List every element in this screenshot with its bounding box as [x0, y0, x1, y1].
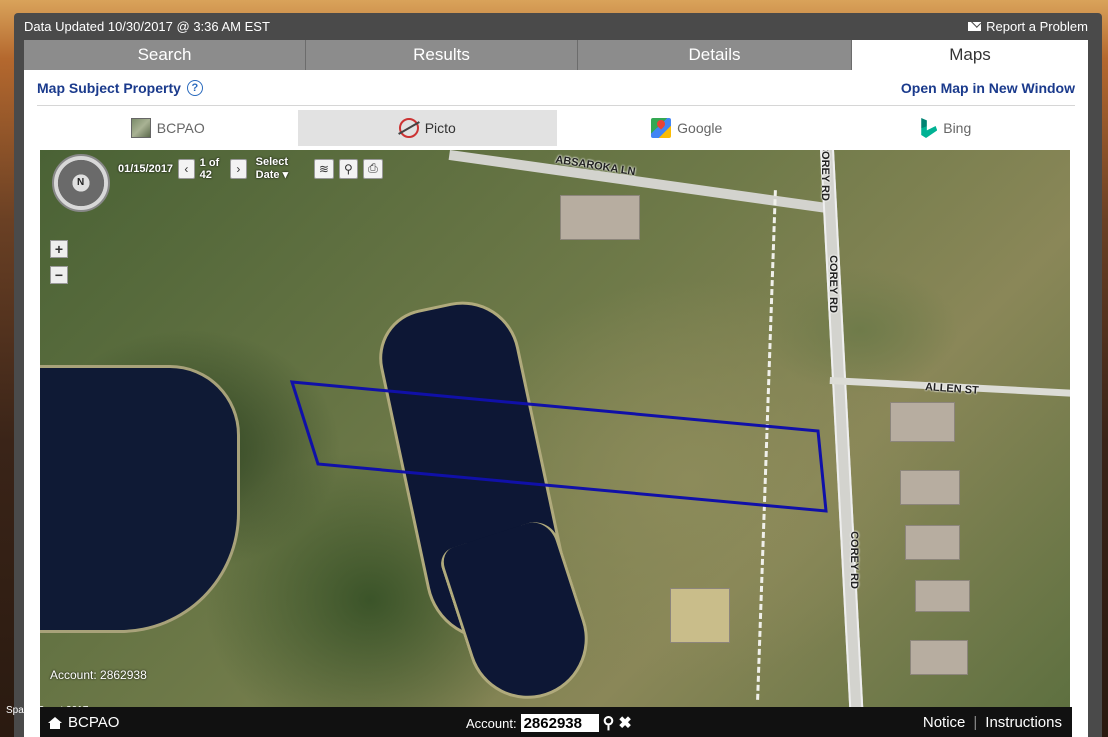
- parcel-overlay: [289, 380, 828, 513]
- main-tabs: Search Results Details Maps: [24, 40, 1088, 70]
- map-subject-property[interactable]: Map Subject Property ?: [37, 80, 203, 96]
- search-icon[interactable]: ⚲: [603, 713, 615, 733]
- provider-label: Google: [677, 120, 723, 136]
- map-subject-label: Map Subject Property: [37, 80, 181, 96]
- report-problem-link[interactable]: Report a Problem: [968, 19, 1088, 34]
- pin-icon[interactable]: ⚲: [338, 158, 359, 179]
- data-updated-text: Data Updated 10/30/2017 @ 3:36 AM EST: [24, 19, 270, 34]
- bing-icon: [921, 118, 938, 138]
- provider-tab-picto[interactable]: Picto: [297, 110, 557, 146]
- compass-pan-control[interactable]: N: [52, 154, 110, 212]
- provider-tab-google[interactable]: Google: [557, 110, 817, 146]
- link-separator: |: [973, 714, 978, 731]
- provider-tab-bing[interactable]: Bing: [817, 110, 1077, 146]
- top-bar: Data Updated 10/30/2017 @ 3:36 AM EST Re…: [24, 14, 1088, 40]
- zoom-out-button[interactable]: −: [50, 266, 68, 284]
- provider-label: Bing: [943, 120, 972, 136]
- provider-label: Picto: [424, 120, 456, 136]
- next-date-button[interactable]: ›: [230, 158, 247, 179]
- tab-search[interactable]: Search: [24, 40, 306, 70]
- google-icon: [651, 118, 672, 138]
- account-search: Account: ⚲ ✖: [466, 713, 632, 733]
- aerial-map[interactable]: ABSAROKA LN COREY RD COREY RD COREY RD A…: [40, 150, 1070, 707]
- envelope-icon: [968, 22, 982, 31]
- zoom-in-button[interactable]: +: [50, 240, 68, 258]
- select-date-dropdown[interactable]: Select Date ▾: [256, 156, 306, 181]
- home-link[interactable]: BCPAO: [48, 714, 119, 731]
- prev-date-button[interactable]: ‹: [178, 158, 195, 179]
- tab-results[interactable]: Results: [306, 40, 578, 70]
- instructions-link[interactable]: Instructions: [985, 714, 1062, 731]
- select-date-label: Select Date: [255, 156, 289, 181]
- report-problem-label: Report a Problem: [986, 19, 1088, 34]
- close-icon[interactable]: ✖: [618, 713, 631, 733]
- map-subheader: Map Subject Property ? Open Map in New W…: [37, 80, 1075, 106]
- account-label: Account:: [466, 715, 517, 731]
- maps-panel: Map Subject Property ? Open Map in New W…: [24, 70, 1088, 737]
- home-label: BCPAO: [68, 714, 120, 731]
- provider-tab-bcpao[interactable]: BCPAO: [38, 110, 298, 146]
- home-icon: [48, 716, 62, 729]
- help-icon[interactable]: ?: [186, 80, 203, 96]
- compass-north-label: N: [77, 177, 85, 188]
- imagery-date-bar: 01/15/2017 ‹ 1 of 42 › Select Date ▾ ≋ ⚲…: [118, 156, 383, 181]
- page-indicator: 1 of 42: [199, 156, 220, 181]
- imagery-date: 01/15/2017: [118, 162, 174, 175]
- provider-label: BCPAO: [156, 120, 205, 136]
- bcpao-icon: [130, 118, 151, 138]
- notice-link[interactable]: Notice: [923, 714, 966, 731]
- footer-links: Notice | Instructions: [923, 714, 1062, 731]
- tab-maps[interactable]: Maps: [852, 40, 1088, 70]
- print-icon[interactable]: ⎙: [363, 158, 383, 179]
- picto-icon: [398, 118, 419, 138]
- map-provider-tabs: BCPAO Picto Google Bing: [38, 110, 1076, 146]
- account-input[interactable]: [520, 714, 599, 732]
- bottom-bar: BCPAO Account: ⚲ ✖ Notice | Instructions: [40, 707, 1072, 737]
- parcel-boundary: [289, 380, 828, 513]
- tab-details[interactable]: Details: [578, 40, 852, 70]
- map-account-overlay: Account: 2862938: [50, 668, 147, 682]
- layers-icon[interactable]: ≋: [314, 158, 334, 179]
- open-map-new-window-link[interactable]: Open Map in New Window: [901, 80, 1075, 96]
